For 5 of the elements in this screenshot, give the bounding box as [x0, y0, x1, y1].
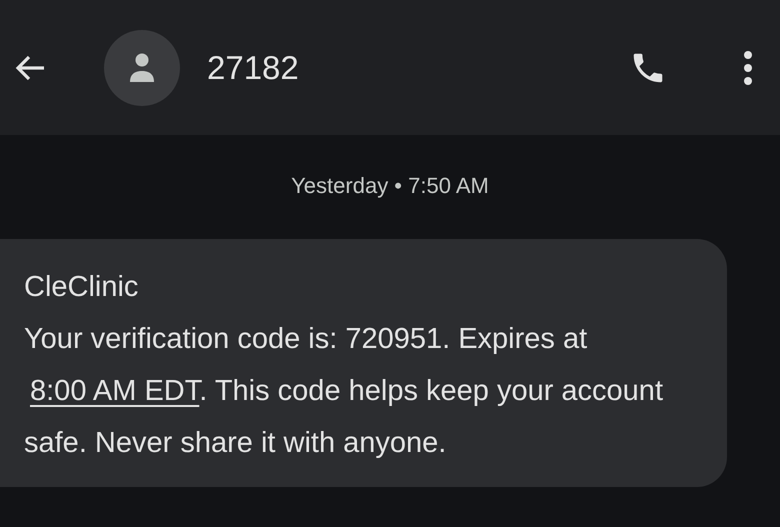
message-text: Your verification code is: 720951. Expires at 8:00 AM EDT. This code helps keep your account safe. Never share it with anyone.	[24, 322, 664, 461]
message-timestamp: Yesterday • 7:50 AM	[291, 173, 489, 199]
contact-title: 27182	[207, 48, 300, 86]
sender-name: CleClinic	[24, 270, 140, 305]
time-link[interactable]: 8:00 AM EDT	[30, 375, 200, 407]
